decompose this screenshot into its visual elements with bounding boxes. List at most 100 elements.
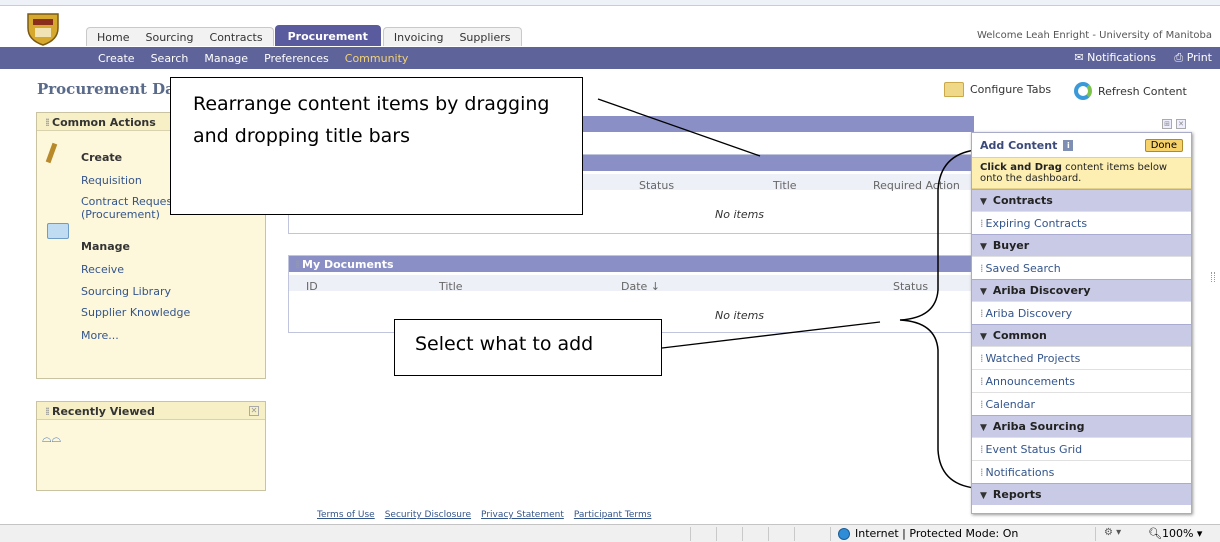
contract-request-link-line2[interactable]: (Procurement) bbox=[81, 208, 160, 221]
category-contracts[interactable]: ▼ Contracts bbox=[972, 189, 1191, 211]
supplier-knowledge-link[interactable]: Supplier Knowledge bbox=[81, 306, 190, 319]
content-item-expiring-contracts[interactable]: ⁞ Expiring Contracts bbox=[972, 211, 1191, 234]
print-link[interactable]: ⎙ Print bbox=[1174, 51, 1212, 65]
zoom-level[interactable]: 🔍︎100% ▾ bbox=[1148, 527, 1202, 540]
security-disclosure-link[interactable]: Security Disclosure bbox=[385, 510, 471, 520]
tab-home[interactable]: Home bbox=[97, 31, 129, 44]
participant-terms-link[interactable]: Participant Terms bbox=[574, 510, 652, 520]
pencil-icon bbox=[45, 142, 58, 164]
status-divider bbox=[690, 527, 691, 541]
security-zone-label: Internet | Protected Mode: On bbox=[855, 527, 1019, 540]
content-item-label: Saved Search bbox=[985, 262, 1061, 275]
close-icon[interactable]: ✕ bbox=[249, 406, 259, 416]
terms-of-use-link[interactable]: Terms of Use bbox=[317, 510, 375, 520]
subnav-manage[interactable]: Manage bbox=[204, 52, 248, 65]
category-ariba-discovery[interactable]: ▼ Ariba Discovery bbox=[972, 279, 1191, 301]
receive-link[interactable]: Receive bbox=[81, 263, 124, 276]
browser-status-bar bbox=[0, 524, 1220, 542]
column-date[interactable]: Date ↓ bbox=[621, 280, 660, 293]
content-item-calendar[interactable]: ⁞ Calendar bbox=[972, 392, 1191, 415]
tab-sourcing[interactable]: Sourcing bbox=[145, 31, 193, 44]
content-item-announcements[interactable]: ⁞ Announcements bbox=[972, 369, 1191, 392]
column-required-action[interactable]: Required Action bbox=[873, 179, 960, 192]
info-icon[interactable]: i bbox=[1063, 139, 1074, 151]
drag-grip-icon: ⁞ bbox=[980, 398, 983, 411]
status-divider bbox=[716, 527, 717, 541]
add-content-title: Add Content bbox=[980, 138, 1058, 152]
tab-suppliers[interactable]: Suppliers bbox=[459, 31, 510, 44]
university-crest-logo bbox=[27, 13, 59, 46]
subnav-preferences[interactable]: Preferences bbox=[264, 52, 329, 65]
privacy-statement-link[interactable]: Privacy Statement bbox=[481, 510, 564, 520]
close-icon[interactable]: ✕ bbox=[1176, 119, 1186, 129]
recently-viewed-title-bar[interactable]: ⁞⁞ Recently Viewed bbox=[37, 402, 265, 420]
status-divider bbox=[742, 527, 743, 541]
content-item-watched-projects[interactable]: ⁞ Watched Projects bbox=[972, 346, 1191, 369]
recently-viewed-title: Recently Viewed bbox=[52, 405, 155, 418]
manage-heading: Manage bbox=[81, 240, 130, 253]
drag-grip-icon: ⁞ bbox=[980, 375, 983, 388]
more-link[interactable]: More... bbox=[81, 329, 119, 342]
security-zone-indicator[interactable]: Internet | Protected Mode: On bbox=[838, 527, 1018, 540]
drag-grip-icon: ⁞⁞ bbox=[295, 258, 300, 271]
resize-handle[interactable] bbox=[1211, 272, 1215, 282]
tab-procurement[interactable]: Procurement bbox=[274, 25, 381, 46]
contract-request-link[interactable]: Contract Reques bbox=[81, 195, 172, 208]
category-reports[interactable]: ▼ Reports bbox=[972, 483, 1191, 505]
content-item-label: Expiring Contracts bbox=[985, 217, 1088, 230]
select-instruction-callout: Select what to add bbox=[394, 319, 662, 376]
content-item-notifications[interactable]: ⁞ Notifications bbox=[972, 460, 1191, 483]
sourcing-library-link[interactable]: Sourcing Library bbox=[81, 285, 171, 298]
notifications-link[interactable]: ✉ Notifications bbox=[1074, 51, 1156, 64]
subnav-community[interactable]: Community bbox=[345, 52, 409, 65]
maximize-icon[interactable]: ⊞ bbox=[1162, 119, 1172, 129]
my-documents-title-bar[interactable]: ⁞⁞ My Documents bbox=[289, 256, 973, 272]
category-label: Reports bbox=[992, 488, 1042, 501]
column-title[interactable]: Title bbox=[773, 179, 797, 192]
add-content-header: Add Content i Done bbox=[972, 133, 1191, 157]
category-buyer[interactable]: ▼ Buyer bbox=[972, 234, 1191, 256]
content-item-ariba-discovery[interactable]: ⁞ Ariba Discovery bbox=[972, 301, 1191, 324]
column-status[interactable]: Status bbox=[893, 280, 928, 293]
category-common[interactable]: ▼ Common bbox=[972, 324, 1191, 346]
content-item-event-status-grid[interactable]: ⁞ Event Status Grid bbox=[972, 437, 1191, 460]
requisition-link[interactable]: Requisition bbox=[81, 174, 142, 187]
recently-viewed-panel: ⁞⁞ Recently Viewed ✕ bbox=[36, 401, 266, 491]
content-item-label: Notifications bbox=[985, 466, 1055, 479]
subnav-create[interactable]: Create bbox=[98, 52, 135, 65]
drag-hint-bold: Click and Drag bbox=[980, 162, 1062, 173]
refresh-content-link[interactable]: Refresh Content bbox=[1074, 82, 1187, 100]
category-label: Ariba Sourcing bbox=[992, 420, 1085, 433]
content-item-label: Announcements bbox=[985, 375, 1075, 388]
done-button[interactable]: Done bbox=[1144, 138, 1183, 152]
tab-contracts[interactable]: Contracts bbox=[210, 31, 263, 44]
drag-grip-icon: ⁞ bbox=[980, 217, 983, 230]
column-id[interactable]: ID bbox=[306, 280, 318, 293]
browser-top-strip bbox=[0, 0, 1220, 6]
magnifier-icon: 🔍︎ bbox=[1148, 527, 1162, 540]
content-item-label: Calendar bbox=[985, 398, 1035, 411]
tab-invoicing[interactable]: Invoicing bbox=[394, 31, 444, 44]
drag-hint: Click and Drag content items below onto … bbox=[972, 157, 1191, 189]
protected-mode-icon[interactable]: ⚙ ▾ bbox=[1104, 527, 1121, 538]
column-status[interactable]: Status bbox=[639, 179, 674, 192]
drag-grip-icon: ⁞ bbox=[980, 466, 983, 479]
tab-group-right: Invoicing Suppliers bbox=[382, 27, 522, 46]
refresh-icon bbox=[1074, 82, 1092, 100]
category-label: Contracts bbox=[992, 194, 1053, 207]
zoom-value: 100% bbox=[1161, 527, 1194, 540]
drag-grip-icon: ⁞⁞ bbox=[45, 405, 50, 418]
content-item-saved-search[interactable]: ⁞ Saved Search bbox=[972, 256, 1191, 279]
globe-icon bbox=[838, 527, 850, 540]
print-label: Print bbox=[1186, 51, 1212, 64]
column-title[interactable]: Title bbox=[439, 280, 463, 293]
status-divider bbox=[1095, 527, 1096, 541]
category-ariba-sourcing[interactable]: ▼ Ariba Sourcing bbox=[972, 415, 1191, 437]
footer-links: Terms of Use Security Disclosure Privacy… bbox=[317, 510, 651, 520]
configure-tabs-link[interactable]: Configure Tabs bbox=[944, 82, 1051, 97]
requests-empty-text: No items bbox=[715, 208, 765, 221]
subnav-search[interactable]: Search bbox=[151, 52, 189, 65]
category-label: Buyer bbox=[992, 239, 1030, 252]
status-divider bbox=[768, 527, 769, 541]
collapse-triangle-icon: ▼ bbox=[980, 423, 987, 433]
